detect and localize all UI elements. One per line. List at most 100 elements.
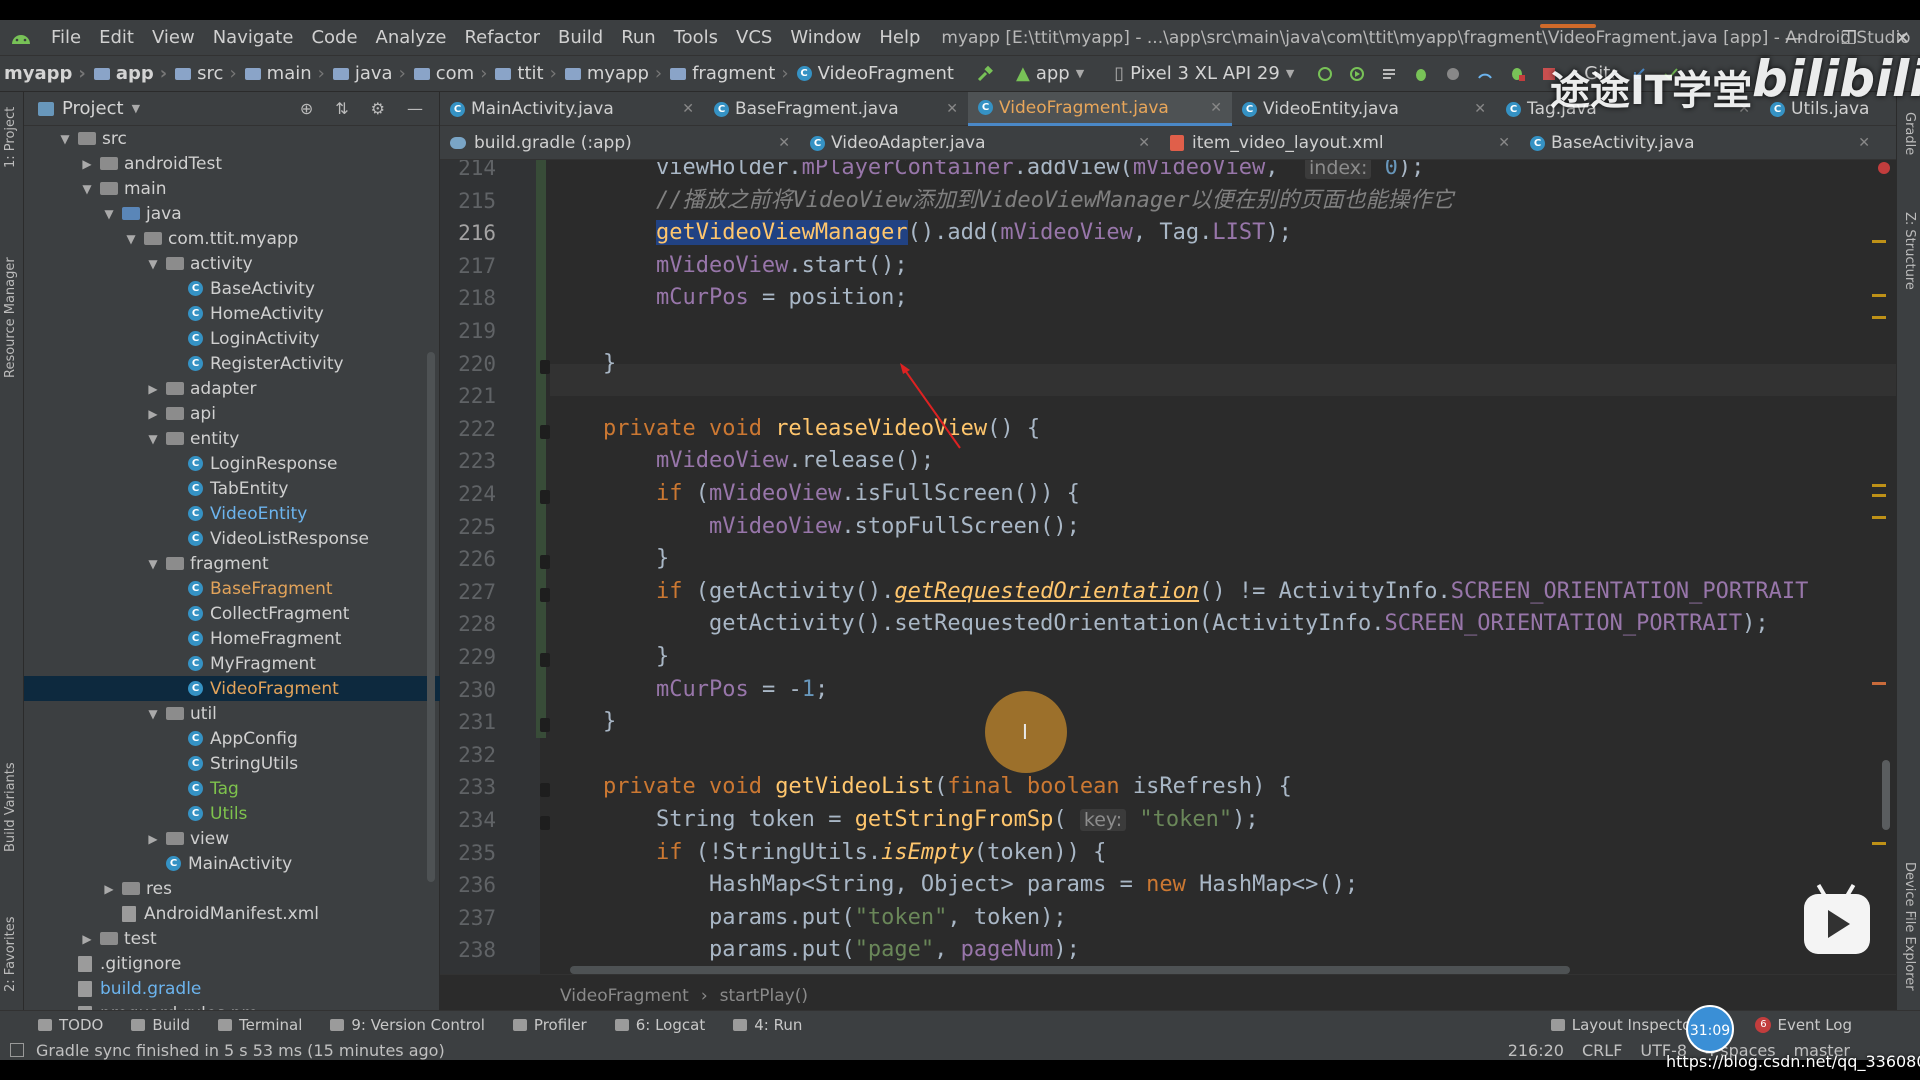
menu-analyze[interactable]: Analyze bbox=[367, 27, 456, 48]
profile-icon[interactable] bbox=[1444, 65, 1462, 83]
collapse-all-icon[interactable]: ⇅ bbox=[335, 99, 348, 118]
device-file-explorer-tool-tab[interactable]: Device File Explorer bbox=[1902, 862, 1917, 991]
tree-item-loginresponse[interactable]: C LoginResponse bbox=[24, 451, 440, 476]
nav-crumb-fragment[interactable]: fragment › bbox=[666, 63, 792, 84]
editor-tab-baseactivity-java[interactable]: C BaseActivity.java ✕ bbox=[1520, 126, 1880, 160]
expand-arrow-down-icon[interactable]: ▼ bbox=[146, 557, 160, 571]
tree-item-entity[interactable]: ▼ entity bbox=[24, 426, 440, 451]
nav-crumb-module[interactable]: app › bbox=[90, 63, 171, 84]
project-tool-tab[interactable]: 1: Project bbox=[3, 107, 18, 168]
warning-stripe[interactable] bbox=[1872, 316, 1886, 319]
menu-code[interactable]: Code bbox=[302, 27, 366, 48]
caret-position[interactable]: 216:20 bbox=[1508, 1041, 1564, 1060]
tree-item-loginactivity[interactable]: C LoginActivity bbox=[24, 326, 440, 351]
editor-tab-videoentity-java[interactable]: C VideoEntity.java ✕ bbox=[1232, 92, 1496, 126]
structure-tool-tab[interactable]: Z: Structure bbox=[1902, 212, 1917, 290]
status-message[interactable]: Gradle sync finished in 5 s 53 ms (15 mi… bbox=[36, 1041, 445, 1060]
attach-debugger-icon[interactable] bbox=[1380, 65, 1398, 83]
minimize-icon[interactable]: — bbox=[1785, 28, 1803, 49]
apply-code-changes-icon[interactable] bbox=[1348, 65, 1366, 83]
nav-crumb-main[interactable]: main › bbox=[241, 63, 329, 84]
nav-crumb-class[interactable]: C VideoFragment bbox=[793, 63, 958, 84]
tree-item-stringutils[interactable]: C StringUtils bbox=[24, 751, 440, 776]
run-tool-button[interactable]: 4: Run bbox=[733, 1016, 802, 1034]
expand-arrow-right-icon[interactable]: ▶ bbox=[102, 882, 116, 896]
menu-navigate[interactable]: Navigate bbox=[204, 27, 303, 48]
chevron-down-icon[interactable]: ▼ bbox=[132, 102, 140, 115]
restore-icon[interactable]: ❐ bbox=[1841, 28, 1857, 49]
resource-manager-tool-tab[interactable]: Resource Manager bbox=[3, 257, 18, 378]
tree-item-mainactivity[interactable]: C MainActivity bbox=[24, 851, 440, 876]
menu-run[interactable]: Run bbox=[612, 27, 665, 48]
tree-item-com-ttit-myapp[interactable]: ▼ com.ttit.myapp bbox=[24, 226, 440, 251]
editor-horizontal-scrollbar[interactable] bbox=[570, 966, 1570, 974]
hide-panel-icon[interactable]: — bbox=[407, 99, 423, 118]
warning-stripe[interactable] bbox=[1872, 240, 1886, 243]
project-view-select[interactable]: Project bbox=[62, 98, 124, 119]
debug-bug-icon[interactable] bbox=[1412, 65, 1430, 83]
menu-build[interactable]: Build bbox=[549, 27, 612, 48]
tree-item-view[interactable]: ▶ view bbox=[24, 826, 440, 851]
close-tab-icon[interactable]: ✕ bbox=[1498, 135, 1510, 151]
tree-item-java[interactable]: ▼ java bbox=[24, 201, 440, 226]
editor-vertical-scrollbar[interactable] bbox=[1882, 760, 1890, 830]
close-tab-icon[interactable]: ✕ bbox=[1474, 101, 1486, 117]
expand-arrow-down-icon[interactable]: ▼ bbox=[146, 707, 160, 721]
tree-item-api[interactable]: ▶ api bbox=[24, 401, 440, 426]
close-tab-icon[interactable]: ✕ bbox=[682, 101, 694, 117]
warning-stripe[interactable] bbox=[1872, 494, 1886, 497]
locate-target-icon[interactable]: ⊕ bbox=[300, 99, 313, 118]
hammer-build-icon[interactable] bbox=[976, 65, 994, 83]
tree-item-baseactivity[interactable]: C BaseActivity bbox=[24, 276, 440, 301]
expand-arrow-right-icon[interactable]: ▶ bbox=[146, 832, 160, 846]
expand-arrow-down-icon[interactable]: ▼ bbox=[58, 132, 72, 146]
close-tab-icon[interactable]: ✕ bbox=[946, 101, 958, 117]
breadcrumb-method[interactable]: startPlay() bbox=[720, 986, 808, 1006]
menu-view[interactable]: View bbox=[143, 27, 204, 48]
tree-item-main[interactable]: ▼ main bbox=[24, 176, 440, 201]
terminal-tool-button[interactable]: Terminal bbox=[217, 1016, 302, 1034]
close-icon[interactable]: ✕ bbox=[1895, 28, 1910, 49]
tree-item-adapter[interactable]: ▶ adapter bbox=[24, 376, 440, 401]
build-tool-button[interactable]: Build bbox=[131, 1016, 190, 1034]
editor-tab-item-video-layout-xml[interactable]: item_video_layout.xml ✕ bbox=[1160, 126, 1520, 160]
tree-item--gitignore[interactable]: .gitignore bbox=[24, 951, 440, 976]
nav-crumb-java[interactable]: java › bbox=[329, 63, 410, 84]
menu-help[interactable]: Help bbox=[870, 27, 929, 48]
profiler-tool-button[interactable]: Profiler bbox=[512, 1016, 587, 1034]
tree-item-tabentity[interactable]: C TabEntity bbox=[24, 476, 440, 501]
run-config-select[interactable]: ▲ app ▼ bbox=[1008, 61, 1092, 86]
tree-item-res[interactable]: ▶ res bbox=[24, 876, 440, 901]
tree-item-tag[interactable]: C Tag bbox=[24, 776, 440, 801]
expand-arrow-down-icon[interactable]: ▼ bbox=[80, 182, 94, 196]
gradle-tool-tab[interactable]: Gradle bbox=[1902, 112, 1917, 155]
tree-item-test[interactable]: ▶ test bbox=[24, 926, 440, 951]
version-control-tool-button[interactable]: 9: Version Control bbox=[330, 1016, 485, 1034]
nav-crumb-project[interactable]: myapp › bbox=[0, 63, 90, 84]
tree-item-videolistresponse[interactable]: C VideoListResponse bbox=[24, 526, 440, 551]
code-editor[interactable]: 214 215 216 217 218 219 220 221 222 223 224 225 226 2… bbox=[440, 160, 1896, 974]
toggle-tool-windows-icon[interactable] bbox=[10, 1043, 24, 1057]
menu-file[interactable]: File bbox=[42, 27, 90, 48]
expand-arrow-down-icon[interactable]: ▼ bbox=[124, 232, 138, 246]
expand-arrow-down-icon[interactable]: ▼ bbox=[146, 432, 160, 446]
menu-tools[interactable]: Tools bbox=[665, 27, 727, 48]
build-variants-tool-tab[interactable]: Build Variants bbox=[3, 762, 18, 852]
project-tree-scrollbar[interactable] bbox=[427, 352, 435, 882]
warning-stripe[interactable] bbox=[1872, 842, 1886, 845]
tree-item-build-gradle[interactable]: build.gradle bbox=[24, 976, 440, 1001]
warning-stripe[interactable] bbox=[1872, 294, 1886, 297]
gear-icon[interactable]: ⚙ bbox=[371, 99, 385, 118]
warning-stripe[interactable] bbox=[1872, 484, 1886, 487]
favorites-tool-tab[interactable]: 2: Favorites bbox=[3, 916, 18, 992]
layout-inspector-tool-button[interactable]: Layout Inspector bbox=[1550, 1016, 1697, 1034]
expand-arrow-right-icon[interactable]: ▶ bbox=[80, 157, 94, 171]
device-select[interactable]: ▯ Pixel 3 XL API 29 ▼ bbox=[1106, 61, 1302, 86]
tree-item-videoentity[interactable]: C VideoEntity bbox=[24, 501, 440, 526]
tree-item-videofragment[interactable]: C VideoFragment bbox=[24, 676, 440, 701]
menu-refactor[interactable]: Refactor bbox=[455, 27, 549, 48]
editor-tab-build-gradle-app-[interactable]: build.gradle (:app) ✕ bbox=[440, 126, 800, 160]
bilibili-tv-icon[interactable] bbox=[1804, 883, 1870, 954]
editor-tab-videoadapter-java[interactable]: C VideoAdapter.java ✕ bbox=[800, 126, 1160, 160]
tree-item-myfragment[interactable]: C MyFragment bbox=[24, 651, 440, 676]
